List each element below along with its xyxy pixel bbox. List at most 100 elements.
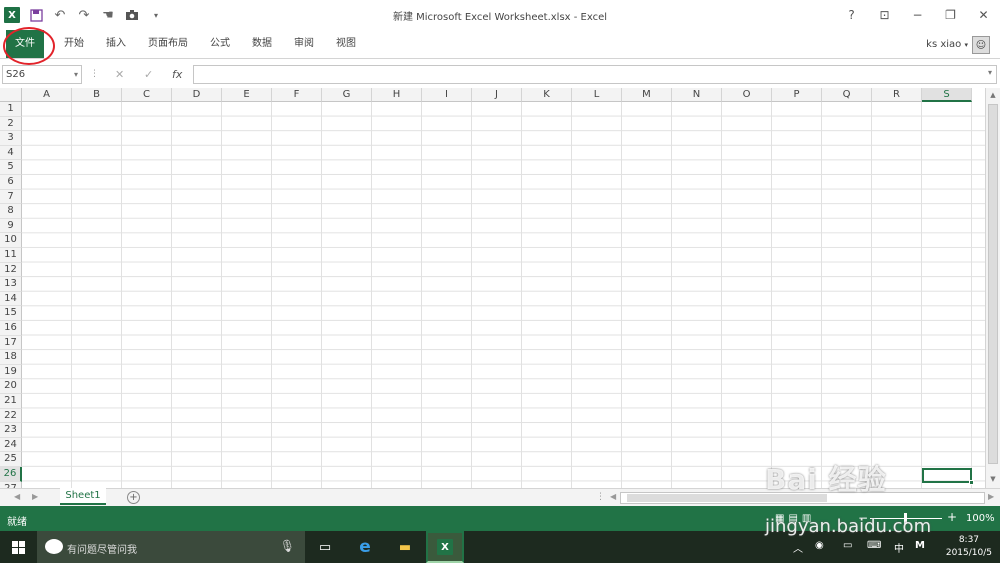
ime-mode-icon[interactable]: M	[915, 540, 925, 551]
row-header[interactable]: 5	[0, 160, 22, 175]
row-header[interactable]: 18	[0, 350, 22, 365]
sheet-tab[interactable]: Sheet1	[60, 488, 106, 505]
column-header[interactable]: I	[422, 88, 472, 102]
row-header[interactable]: 14	[0, 291, 22, 307]
row-header[interactable]: 17	[0, 335, 22, 351]
row-header[interactable]: 26	[0, 467, 22, 482]
system-clock[interactable]: 8:37 2015/10/5	[946, 534, 992, 560]
tab-file[interactable]: 文件	[6, 30, 44, 58]
tab-data[interactable]: 数据	[244, 30, 280, 58]
user-account[interactable]: ks xiao ▾	[926, 39, 968, 50]
tab-page-layout[interactable]: 页面布局	[142, 30, 194, 58]
scroll-up-icon[interactable]: ▲	[986, 88, 1000, 102]
row-header[interactable]: 21	[0, 394, 22, 409]
column-header[interactable]: D	[172, 88, 222, 102]
undo-icon[interactable]: ↶	[48, 0, 72, 30]
row-header[interactable]: 12	[0, 262, 22, 278]
formula-input[interactable]: ▾	[193, 65, 997, 84]
row-header[interactable]: 4	[0, 145, 22, 161]
tab-formulas[interactable]: 公式	[202, 30, 238, 58]
camera-icon[interactable]	[120, 0, 144, 30]
scroll-left-icon[interactable]: ◀	[610, 492, 616, 501]
zoom-level[interactable]: 100%	[966, 513, 995, 524]
network-icon[interactable]: ◉	[815, 540, 824, 551]
vertical-scrollbar[interactable]: ▲ ▼	[985, 88, 1000, 488]
action-center-icon[interactable]: ▭	[843, 540, 852, 551]
row-header[interactable]: 15	[0, 306, 22, 321]
file-explorer-icon[interactable]: ▬	[386, 531, 424, 563]
tab-insert[interactable]: 插入	[98, 30, 134, 58]
column-header[interactable]: B	[72, 88, 122, 102]
close-button[interactable]: ✕	[967, 0, 1000, 30]
row-header[interactable]: 13	[0, 277, 22, 292]
cells-area[interactable]	[22, 102, 985, 488]
add-sheet-icon[interactable]: +	[127, 491, 140, 504]
row-header[interactable]: 8	[0, 204, 22, 219]
column-header[interactable]: H	[372, 88, 422, 102]
column-header[interactable]: N	[672, 88, 722, 102]
next-sheet-icon[interactable]: ▶	[32, 492, 38, 501]
zoom-in-icon[interactable]: +	[947, 510, 957, 524]
row-header[interactable]: 24	[0, 437, 22, 453]
keyboard-icon[interactable]: ⌨	[867, 540, 881, 551]
edge-browser-icon[interactable]: e	[346, 531, 384, 563]
column-header[interactable]: S	[922, 88, 972, 102]
excel-logo-icon[interactable]: X	[0, 0, 24, 30]
insert-function-icon[interactable]: fx	[172, 65, 182, 84]
row-header[interactable]: 2	[0, 116, 22, 132]
scroll-right-icon[interactable]: ▶	[988, 492, 994, 501]
cancel-icon[interactable]: ✕	[115, 65, 124, 84]
row-header[interactable]: 7	[0, 189, 22, 205]
row-header[interactable]: 1	[0, 102, 22, 117]
expand-formula-bar-icon[interactable]: ▾	[988, 68, 992, 77]
column-header[interactable]: A	[22, 88, 72, 102]
column-header[interactable]: C	[122, 88, 172, 102]
ime-indicator[interactable]: 中	[894, 540, 904, 555]
fill-handle[interactable]	[969, 480, 974, 485]
active-cell[interactable]	[922, 468, 974, 485]
scroll-thumb[interactable]	[988, 104, 998, 464]
show-hidden-icons-icon[interactable]: ︿	[793, 540, 803, 555]
column-header[interactable]: R	[872, 88, 922, 102]
column-header[interactable]: O	[722, 88, 772, 102]
column-header[interactable]: F	[272, 88, 322, 102]
column-header[interactable]: M	[622, 88, 672, 102]
column-header[interactable]: L	[572, 88, 622, 102]
row-header[interactable]: 25	[0, 452, 22, 467]
touch-mode-icon[interactable]: ☚	[96, 0, 120, 30]
minimize-button[interactable]: −	[901, 0, 934, 30]
tab-view[interactable]: 视图	[328, 30, 364, 58]
column-header[interactable]: K	[522, 88, 572, 102]
row-header[interactable]: 6	[0, 175, 22, 190]
excel-taskbar-icon[interactable]: X	[426, 531, 464, 563]
cortana-search-box[interactable]: 有问题尽管问我 🎙	[37, 531, 305, 563]
prev-sheet-icon[interactable]: ◀	[14, 492, 20, 501]
column-header[interactable]: Q	[822, 88, 872, 102]
microphone-icon[interactable]: 🎙	[280, 539, 295, 553]
row-header[interactable]: 23	[0, 423, 22, 438]
column-header[interactable]: P	[772, 88, 822, 102]
row-header[interactable]: 20	[0, 379, 22, 394]
enter-check-icon[interactable]: ✓	[144, 65, 153, 84]
row-header[interactable]: 9	[0, 218, 22, 234]
row-header[interactable]: 3	[0, 131, 22, 146]
ribbon-display-options-button[interactable]: ⊡	[868, 0, 901, 30]
help-button[interactable]: ?	[835, 0, 868, 30]
column-header[interactable]: E	[222, 88, 272, 102]
column-header[interactable]: G	[322, 88, 372, 102]
tab-review[interactable]: 审阅	[286, 30, 322, 58]
row-header[interactable]: 10	[0, 233, 22, 248]
redo-icon[interactable]: ↷	[72, 0, 96, 30]
row-header[interactable]: 19	[0, 364, 22, 380]
row-header[interactable]: 11	[0, 248, 22, 263]
chevron-down-icon[interactable]: ▾	[74, 66, 78, 83]
windows-start-icon[interactable]	[0, 531, 37, 563]
save-icon[interactable]	[24, 0, 48, 30]
customize-qat-icon[interactable]: ▾	[144, 0, 168, 30]
row-header[interactable]: 22	[0, 408, 22, 424]
tab-home[interactable]: 开始	[56, 30, 92, 58]
task-view-icon[interactable]: ▭	[306, 531, 344, 563]
column-header[interactable]: J	[472, 88, 522, 102]
restore-button[interactable]: ❐	[934, 0, 967, 30]
scroll-down-icon[interactable]: ▼	[986, 472, 1000, 486]
